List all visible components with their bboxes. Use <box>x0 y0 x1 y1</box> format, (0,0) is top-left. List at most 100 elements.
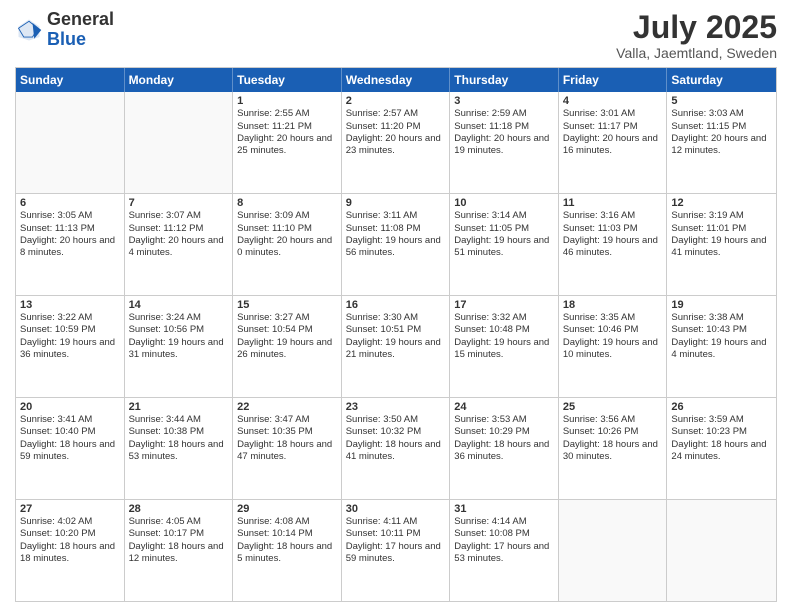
cell-info: Sunrise: 4:11 AMSunset: 10:11 PMDaylight… <box>346 516 446 565</box>
sunset-text: Sunset: 11:01 PM <box>671 223 746 234</box>
day-number: 7 <box>129 197 229 209</box>
logo-general: General <box>47 9 114 29</box>
calendar-cell: 6Sunrise: 3:05 AMSunset: 11:13 PMDayligh… <box>16 194 125 295</box>
calendar-row: 20Sunrise: 3:41 AMSunset: 10:40 PMDaylig… <box>16 398 776 500</box>
calendar-cell: 24Sunrise: 3:53 AMSunset: 10:29 PMDaylig… <box>450 398 559 499</box>
sunset-text: Sunset: 11:21 PM <box>237 121 312 132</box>
cell-info: Sunrise: 4:05 AMSunset: 10:17 PMDaylight… <box>129 516 229 565</box>
location-title: Valla, Jaemtland, Sweden <box>616 45 777 61</box>
day-number: 3 <box>454 95 554 107</box>
weekday-header: Saturday <box>667 68 776 92</box>
daylight-text: Daylight: 19 hours and 36 minutes. <box>20 337 115 360</box>
calendar-cell: 12Sunrise: 3:19 AMSunset: 11:01 PMDaylig… <box>667 194 776 295</box>
daylight-text: Daylight: 18 hours and 59 minutes. <box>20 439 115 462</box>
sunrise-text: Sunrise: 3:05 AM <box>20 210 92 221</box>
daylight-text: Daylight: 18 hours and 5 minutes. <box>237 541 332 564</box>
day-number: 31 <box>454 503 554 515</box>
sunset-text: Sunset: 11:17 PM <box>563 121 638 132</box>
day-number: 4 <box>563 95 663 107</box>
cell-info: Sunrise: 3:44 AMSunset: 10:38 PMDaylight… <box>129 414 229 463</box>
day-number: 12 <box>671 197 772 209</box>
calendar-cell: 21Sunrise: 3:44 AMSunset: 10:38 PMDaylig… <box>125 398 234 499</box>
daylight-text: Daylight: 18 hours and 12 minutes. <box>129 541 224 564</box>
day-number: 19 <box>671 299 772 311</box>
daylight-text: Daylight: 20 hours and 12 minutes. <box>671 133 766 156</box>
daylight-text: Daylight: 20 hours and 0 minutes. <box>237 235 332 258</box>
sunrise-text: Sunrise: 4:05 AM <box>129 516 201 527</box>
daylight-text: Daylight: 19 hours and 51 minutes. <box>454 235 549 258</box>
cell-info: Sunrise: 3:24 AMSunset: 10:56 PMDaylight… <box>129 312 229 361</box>
calendar-cell: 19Sunrise: 3:38 AMSunset: 10:43 PMDaylig… <box>667 296 776 397</box>
day-number: 22 <box>237 401 337 413</box>
sunset-text: Sunset: 10:54 PM <box>237 324 313 335</box>
calendar-cell: 16Sunrise: 3:30 AMSunset: 10:51 PMDaylig… <box>342 296 451 397</box>
sunset-text: Sunset: 11:13 PM <box>20 223 95 234</box>
calendar-cell: 23Sunrise: 3:50 AMSunset: 10:32 PMDaylig… <box>342 398 451 499</box>
daylight-text: Daylight: 18 hours and 30 minutes. <box>563 439 658 462</box>
day-number: 11 <box>563 197 663 209</box>
daylight-text: Daylight: 19 hours and 15 minutes. <box>454 337 549 360</box>
day-number: 10 <box>454 197 554 209</box>
cell-info: Sunrise: 3:11 AMSunset: 11:08 PMDaylight… <box>346 210 446 259</box>
day-number: 9 <box>346 197 446 209</box>
cell-info: Sunrise: 4:02 AMSunset: 10:20 PMDaylight… <box>20 516 120 565</box>
daylight-text: Daylight: 20 hours and 25 minutes. <box>237 133 332 156</box>
day-number: 26 <box>671 401 772 413</box>
weekday-header: Wednesday <box>342 68 451 92</box>
logo: General Blue <box>15 10 114 50</box>
sunset-text: Sunset: 10:29 PM <box>454 426 530 437</box>
cell-info: Sunrise: 3:47 AMSunset: 10:35 PMDaylight… <box>237 414 337 463</box>
sunrise-text: Sunrise: 3:01 AM <box>563 108 635 119</box>
sunset-text: Sunset: 11:12 PM <box>129 223 204 234</box>
day-number: 29 <box>237 503 337 515</box>
daylight-text: Daylight: 19 hours and 10 minutes. <box>563 337 658 360</box>
sunrise-text: Sunrise: 4:02 AM <box>20 516 92 527</box>
sunset-text: Sunset: 11:18 PM <box>454 121 529 132</box>
sunset-text: Sunset: 10:59 PM <box>20 324 96 335</box>
cell-info: Sunrise: 3:32 AMSunset: 10:48 PMDaylight… <box>454 312 554 361</box>
calendar-header: SundayMondayTuesdayWednesdayThursdayFrid… <box>16 68 776 92</box>
sunset-text: Sunset: 10:43 PM <box>671 324 747 335</box>
cell-info: Sunrise: 3:16 AMSunset: 11:03 PMDaylight… <box>563 210 663 259</box>
day-number: 27 <box>20 503 120 515</box>
calendar-cell: 1Sunrise: 2:55 AMSunset: 11:21 PMDayligh… <box>233 92 342 193</box>
calendar-cell <box>16 92 125 193</box>
calendar-cell: 27Sunrise: 4:02 AMSunset: 10:20 PMDaylig… <box>16 500 125 601</box>
daylight-text: Daylight: 19 hours and 56 minutes. <box>346 235 441 258</box>
header: General Blue July 2025 Valla, Jaemtland,… <box>15 10 777 61</box>
weekday-header: Thursday <box>450 68 559 92</box>
cell-info: Sunrise: 3:03 AMSunset: 11:15 PMDaylight… <box>671 108 772 157</box>
sunset-text: Sunset: 11:03 PM <box>563 223 638 234</box>
day-number: 13 <box>20 299 120 311</box>
daylight-text: Daylight: 18 hours and 18 minutes. <box>20 541 115 564</box>
calendar-cell: 17Sunrise: 3:32 AMSunset: 10:48 PMDaylig… <box>450 296 559 397</box>
calendar-row: 6Sunrise: 3:05 AMSunset: 11:13 PMDayligh… <box>16 194 776 296</box>
calendar-cell: 5Sunrise: 3:03 AMSunset: 11:15 PMDayligh… <box>667 92 776 193</box>
sunrise-text: Sunrise: 3:35 AM <box>563 312 635 323</box>
sunrise-text: Sunrise: 4:14 AM <box>454 516 526 527</box>
calendar-body: 1Sunrise: 2:55 AMSunset: 11:21 PMDayligh… <box>16 92 776 601</box>
cell-info: Sunrise: 3:38 AMSunset: 10:43 PMDaylight… <box>671 312 772 361</box>
sunrise-text: Sunrise: 4:08 AM <box>237 516 309 527</box>
cell-info: Sunrise: 3:50 AMSunset: 10:32 PMDaylight… <box>346 414 446 463</box>
calendar-cell: 29Sunrise: 4:08 AMSunset: 10:14 PMDaylig… <box>233 500 342 601</box>
calendar-cell: 28Sunrise: 4:05 AMSunset: 10:17 PMDaylig… <box>125 500 234 601</box>
cell-info: Sunrise: 3:07 AMSunset: 11:12 PMDaylight… <box>129 210 229 259</box>
sunrise-text: Sunrise: 3:53 AM <box>454 414 526 425</box>
cell-info: Sunrise: 3:30 AMSunset: 10:51 PMDaylight… <box>346 312 446 361</box>
sunrise-text: Sunrise: 3:32 AM <box>454 312 526 323</box>
logo-icon <box>15 16 43 44</box>
sunrise-text: Sunrise: 3:19 AM <box>671 210 743 221</box>
month-title: July 2025 <box>616 10 777 45</box>
cell-info: Sunrise: 3:53 AMSunset: 10:29 PMDaylight… <box>454 414 554 463</box>
sunset-text: Sunset: 10:26 PM <box>563 426 639 437</box>
sunrise-text: Sunrise: 2:55 AM <box>237 108 309 119</box>
daylight-text: Daylight: 19 hours and 46 minutes. <box>563 235 658 258</box>
daylight-text: Daylight: 20 hours and 8 minutes. <box>20 235 115 258</box>
day-number: 25 <box>563 401 663 413</box>
daylight-text: Daylight: 19 hours and 21 minutes. <box>346 337 441 360</box>
sunrise-text: Sunrise: 3:47 AM <box>237 414 309 425</box>
day-number: 8 <box>237 197 337 209</box>
daylight-text: Daylight: 18 hours and 47 minutes. <box>237 439 332 462</box>
sunrise-text: Sunrise: 3:24 AM <box>129 312 201 323</box>
